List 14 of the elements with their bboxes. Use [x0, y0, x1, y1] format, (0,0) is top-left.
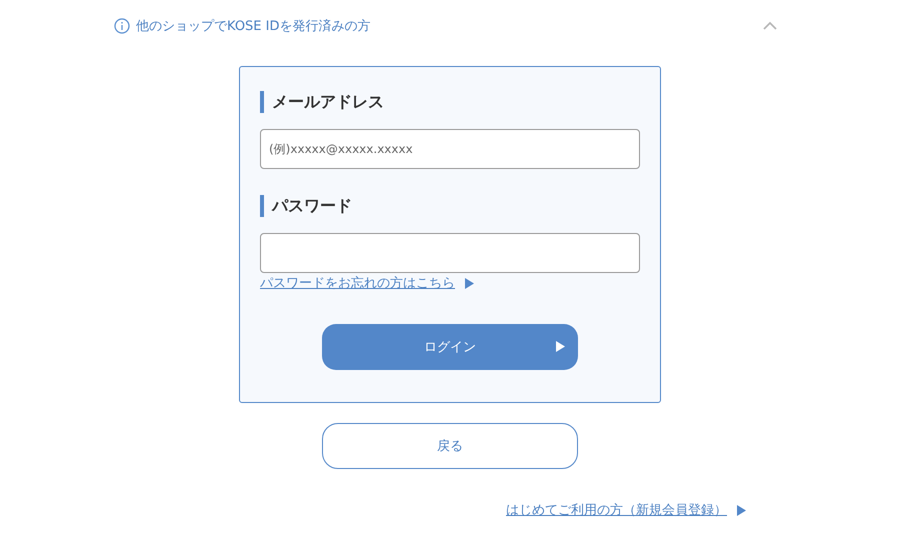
field-label: メールアドレス: [260, 91, 640, 113]
email-field[interactable]: (例)xxxxx@xxxxx.xxxxx: [260, 129, 640, 169]
field-label: パスワード: [260, 195, 640, 217]
triangle-icon: [465, 278, 474, 288]
login-button[interactable]: ログイン: [322, 324, 578, 370]
info-icon: [114, 18, 130, 34]
section-toggle-label[interactable]: 他のショップでKOSE IDを発行済みの方: [136, 17, 370, 35]
triangle-icon: [556, 341, 565, 352]
password-field[interactable]: [260, 233, 640, 273]
forgot-password-link[interactable]: パスワードをお忘れの方はこちら: [260, 274, 455, 292]
triangle-icon: [737, 504, 746, 516]
back-button[interactable]: 戻る: [322, 423, 578, 469]
chevron-icon[interactable]: [762, 21, 778, 31]
register-link[interactable]: はじめてご利用の方（新規会員登録）: [506, 501, 727, 519]
